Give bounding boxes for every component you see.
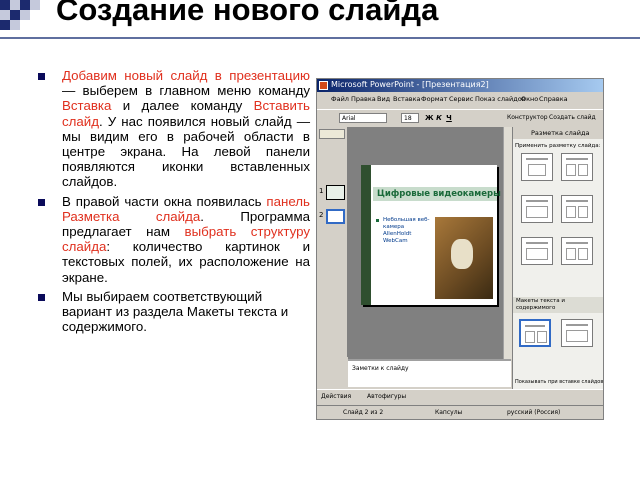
notes-pane[interactable]: Заметки к слайду [348,359,511,387]
menu-slideshow[interactable]: Показ слайдов [475,95,526,103]
bullet-square-icon [38,293,45,301]
italic-icon[interactable]: К [435,114,443,122]
text-segment: Вставка [62,98,112,114]
slide-thumbnails-pane: 1 2 [317,127,348,357]
underline-icon[interactable]: Ч [445,114,453,122]
thumb-number: 2 [319,211,324,219]
formatting-toolbar: Arial 18 Ж К Ч Конструктор Создать слайд [317,109,603,128]
window-title: Microsoft PowerPoint - [Презентация2] [331,80,489,89]
layout-group-label: Макеты текста и содержимого [513,297,603,313]
text-segment: . У нас появился новый слайд — мы видим … [62,113,310,190]
menu-format[interactable]: Формат [421,95,447,103]
inner-slide-title: Цифровые видеокамеры [377,189,501,199]
font-size-field[interactable]: 18 [401,113,419,123]
corner-decoration [0,0,60,34]
webcam-image [451,239,473,269]
menu-insert[interactable]: Вставка [393,95,421,103]
title-divider [0,37,640,39]
menu-tools[interactable]: Сервис [449,95,473,103]
text-segment: Мы выбираем соответствующий вариант из р… [62,288,289,335]
menu-window[interactable]: Окно [521,95,538,103]
task-pane-apply-label: Применить разметку слайда: [515,143,601,149]
slide-thumbnail[interactable] [326,185,345,200]
bullet-square-icon [38,198,45,206]
inner-slide-text: Небольшая веб-камера AllenHoldt WebCam [383,217,430,244]
layout-option[interactable] [561,195,593,223]
layout-option[interactable] [521,195,553,223]
bullet-square-icon [38,73,45,80]
drawing-toolbar: Действия Автофигуры [317,389,603,404]
vertical-scrollbar[interactable] [503,127,512,359]
slide-layout-task-pane: Разметка слайда Применить разметку слайд… [512,127,603,389]
layout-option[interactable] [521,237,553,265]
slide-title: Создание нового слайда [56,0,439,27]
slide-accent-bar [361,165,371,305]
status-design: Капсулы [435,409,463,416]
notes-placeholder: Заметки к слайду [352,365,409,372]
autoshapes-button[interactable]: Автофигуры [367,393,406,400]
bold-icon[interactable]: Ж [425,114,434,122]
text-segment: и далее команду [111,98,254,114]
paragraph-1: Добавим новый слайд в презентацию — выбе… [38,68,310,190]
menu-file[interactable]: Файл [331,95,349,103]
inner-bullet-icon [376,219,379,222]
task-pane-title: Разметка слайда [513,127,603,139]
text-segment: Добавим новый слайд в презентацию [62,68,310,83]
current-slide[interactable]: Цифровые видеокамеры Небольшая веб-камер… [361,165,501,305]
thumb-number: 1 [319,187,324,195]
layout-option-selected[interactable] [519,319,551,347]
slide-thumbnail[interactable] [326,209,345,224]
status-slide-count: Слайд 2 из 2 [343,409,384,416]
layout-option[interactable] [561,153,593,181]
powerpoint-screenshot: Microsoft PowerPoint - [Презентация2] Фа… [316,78,604,420]
layout-option[interactable] [561,319,593,347]
constructor-button[interactable]: Конструктор [507,114,548,121]
layout-option[interactable] [521,153,553,181]
task-pane-footer[interactable]: Показывать при вставке слайдов [515,379,603,385]
paragraph-3: Мы выбираем соответствующий вариант из р… [38,289,310,335]
thumb-tabs[interactable] [319,129,345,139]
menu-edit[interactable]: Правка [351,95,376,103]
menu-view[interactable]: Вид [377,95,390,103]
status-bar: Слайд 2 из 2 Капсулы русский (Россия) [317,405,603,419]
new-slide-button[interactable]: Создать слайд [549,114,596,121]
paragraph-2: В правой части окна появилась панель Раз… [38,194,310,285]
menu-help[interactable]: Справка [539,95,568,103]
actions-button[interactable]: Действия [321,393,351,400]
webcam-photo [435,217,493,299]
powerpoint-icon [319,81,328,90]
slide-edit-area: Цифровые видеокамеры Небольшая веб-камер… [348,127,512,359]
font-name-field[interactable]: Arial [339,113,387,123]
status-language: русский (Россия) [507,409,561,416]
menu-bar: Файл Правка Вид Вставка Формат Сервис По… [317,93,603,106]
window-titlebar: Microsoft PowerPoint - [Презентация2] [317,79,603,92]
text-segment: — выберем в главном меню команду [62,83,310,99]
layout-option[interactable] [561,237,593,265]
text-segment: В правой части окна появилась [62,193,267,209]
slide-body: Добавим новый слайд в презентацию — выбе… [38,68,310,338]
